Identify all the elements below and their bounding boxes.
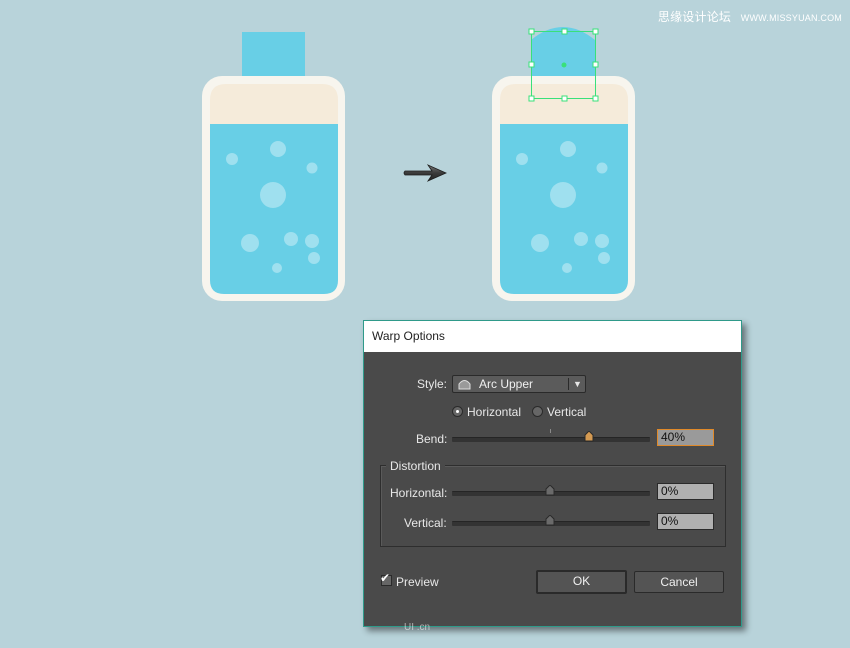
preview-label[interactable]: Preview	[396, 575, 439, 589]
cancel-button[interactable]: Cancel	[634, 571, 724, 593]
style-label: Style:	[417, 377, 448, 391]
distortion-group	[380, 465, 726, 547]
watermark-text: 思缘设计论坛	[657, 10, 732, 24]
distortion-horizontal-label: Horizontal:	[390, 486, 448, 500]
radio-horizontal[interactable]	[452, 406, 463, 417]
checkmark-icon: ✔	[380, 571, 391, 585]
distortion-vertical-field[interactable]: 0%	[657, 513, 714, 530]
arrow-right-icon	[403, 164, 447, 182]
distortion-horizontal-thumb[interactable]	[545, 485, 555, 496]
bottle-top-band	[210, 84, 338, 124]
distortion-vertical-label: Vertical:	[404, 516, 447, 530]
radio-vertical[interactable]	[532, 406, 543, 417]
bottle-before	[202, 32, 345, 301]
warp-options-dialog: Warp Options Style: Arc Upper ▼ Horizont…	[363, 320, 742, 627]
ok-button[interactable]: OK	[536, 570, 627, 594]
bottle-top-band	[500, 84, 628, 124]
style-dropdown-value: Arc Upper	[479, 377, 534, 391]
bottle-cap	[242, 32, 305, 78]
dropdown-separator	[568, 378, 569, 390]
bottle-after	[492, 27, 635, 301]
distortion-horizontal-field[interactable]: 0%	[657, 483, 714, 500]
style-dropdown[interactable]: Arc Upper ▼	[452, 375, 586, 393]
radio-vertical-label[interactable]: Vertical	[547, 405, 586, 419]
distortion-vertical-thumb[interactable]	[545, 515, 555, 526]
bend-label: Bend:	[416, 432, 448, 446]
chevron-down-icon: ▼	[573, 379, 582, 389]
watermark-url: WWW.MISSYUAN.COM	[740, 13, 842, 23]
site-watermark: 思缘设计论坛 WWW.MISSYUAN.COM	[658, 8, 842, 25]
warped-cap	[531, 27, 595, 78]
dialog-title: Warp Options	[364, 321, 741, 352]
arc-upper-icon	[458, 380, 471, 390]
bend-center-tick	[550, 429, 551, 433]
bend-slider-thumb[interactable]	[584, 431, 594, 442]
radio-horizontal-label[interactable]: Horizontal	[467, 405, 521, 419]
bend-slider-track[interactable]	[452, 437, 650, 442]
footer-watermark: UI .cn	[404, 622, 431, 633]
distortion-group-title: Distortion	[386, 459, 445, 473]
selection-center-point	[561, 62, 567, 68]
bend-value-field[interactable]: 40%	[657, 429, 714, 446]
